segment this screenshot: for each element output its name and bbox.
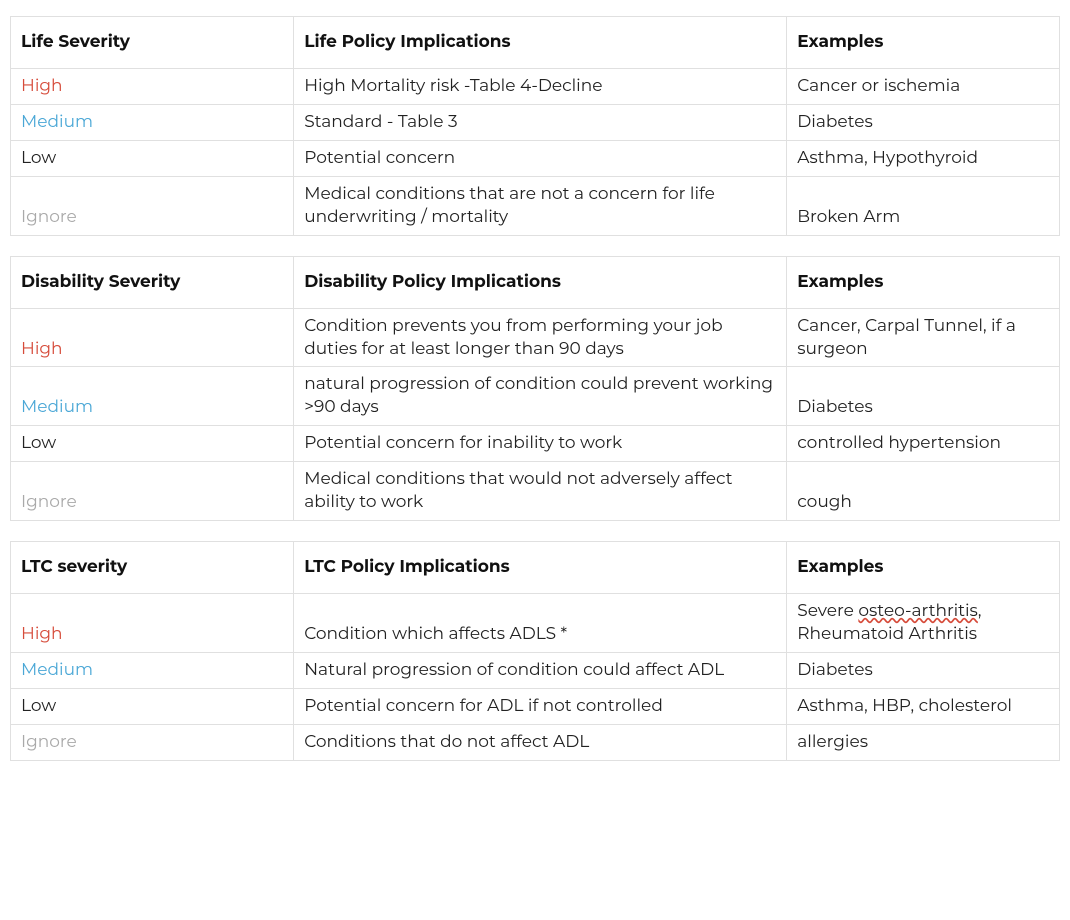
table-row: Low Potential concern for inability to w… bbox=[11, 426, 1060, 462]
implications-cell: Potential concern for ADL if not control… bbox=[294, 688, 787, 724]
ltc-severity-table: LTC severity LTC Policy Implications Exa… bbox=[10, 541, 1060, 761]
examples-cell: controlled hypertension bbox=[787, 426, 1060, 462]
table-header-row: Disability Severity Disability Policy Im… bbox=[11, 256, 1060, 308]
table-row: High Condition prevents you from perform… bbox=[11, 308, 1060, 367]
severity-cell: High bbox=[11, 68, 294, 104]
implications-cell: Medical conditions that are not a concer… bbox=[294, 176, 787, 235]
severity-cell: Low bbox=[11, 140, 294, 176]
examples-cell: Cancer or ischemia bbox=[787, 68, 1060, 104]
implications-cell: Condition prevents you from performing y… bbox=[294, 308, 787, 367]
life-severity-table: Life Severity Life Policy Implications E… bbox=[10, 16, 1060, 236]
examples-cell: Diabetes bbox=[787, 652, 1060, 688]
col-header-severity: Life Severity bbox=[11, 17, 294, 69]
examples-cell: allergies bbox=[787, 724, 1060, 760]
examples-cell: Asthma, HBP, cholesterol bbox=[787, 688, 1060, 724]
col-header-examples: Examples bbox=[787, 17, 1060, 69]
examples-cell: Severe osteo-arthritis, Rheumatoid Arthr… bbox=[787, 594, 1060, 653]
severity-cell: Medium bbox=[11, 367, 294, 426]
col-header-severity: LTC severity bbox=[11, 542, 294, 594]
examples-cell: Cancer, Carpal Tunnel, if a surgeon bbox=[787, 308, 1060, 367]
severity-cell: High bbox=[11, 308, 294, 367]
table-row: Low Potential concern for ADL if not con… bbox=[11, 688, 1060, 724]
table-row: High Condition which affects ADLS * Seve… bbox=[11, 594, 1060, 653]
spellcheck-word: osteo-arthritis bbox=[858, 601, 978, 621]
severity-cell: Low bbox=[11, 688, 294, 724]
table-row: Medium natural progression of condition … bbox=[11, 367, 1060, 426]
implications-cell: natural progression of condition could p… bbox=[294, 367, 787, 426]
implications-cell: Conditions that do not affect ADL bbox=[294, 724, 787, 760]
col-header-examples: Examples bbox=[787, 542, 1060, 594]
table-row: High High Mortality risk -Table 4-Declin… bbox=[11, 68, 1060, 104]
implications-cell: Medical conditions that would not advers… bbox=[294, 462, 787, 521]
implications-cell: Standard - Table 3 bbox=[294, 104, 787, 140]
severity-cell: Low bbox=[11, 426, 294, 462]
implications-cell: Potential concern bbox=[294, 140, 787, 176]
severity-cell: Medium bbox=[11, 652, 294, 688]
severity-cell: High bbox=[11, 594, 294, 653]
examples-cell: Asthma, Hypothyroid bbox=[787, 140, 1060, 176]
implications-cell: Natural progression of condition could a… bbox=[294, 652, 787, 688]
col-header-implications: Disability Policy Implications bbox=[294, 256, 787, 308]
table-header-row: LTC severity LTC Policy Implications Exa… bbox=[11, 542, 1060, 594]
table-header-row: Life Severity Life Policy Implications E… bbox=[11, 17, 1060, 69]
examples-cell: Diabetes bbox=[787, 104, 1060, 140]
col-header-examples: Examples bbox=[787, 256, 1060, 308]
col-header-severity: Disability Severity bbox=[11, 256, 294, 308]
table-row: Medium Natural progression of condition … bbox=[11, 652, 1060, 688]
disability-severity-table: Disability Severity Disability Policy Im… bbox=[10, 256, 1060, 522]
col-header-implications: Life Policy Implications bbox=[294, 17, 787, 69]
implications-cell: Potential concern for inability to work bbox=[294, 426, 787, 462]
examples-cell: Diabetes bbox=[787, 367, 1060, 426]
implications-cell: High Mortality risk -Table 4-Decline bbox=[294, 68, 787, 104]
table-row: Medium Standard - Table 3 Diabetes bbox=[11, 104, 1060, 140]
table-row: Ignore Conditions that do not affect ADL… bbox=[11, 724, 1060, 760]
examples-cell: cough bbox=[787, 462, 1060, 521]
examples-cell: Broken Arm bbox=[787, 176, 1060, 235]
implications-cell: Condition which affects ADLS * bbox=[294, 594, 787, 653]
table-row: Ignore Medical conditions that are not a… bbox=[11, 176, 1060, 235]
table-row: Ignore Medical conditions that would not… bbox=[11, 462, 1060, 521]
severity-cell: Ignore bbox=[11, 724, 294, 760]
col-header-implications: LTC Policy Implications bbox=[294, 542, 787, 594]
severity-cell: Ignore bbox=[11, 462, 294, 521]
severity-cell: Medium bbox=[11, 104, 294, 140]
severity-cell: Ignore bbox=[11, 176, 294, 235]
table-row: Low Potential concern Asthma, Hypothyroi… bbox=[11, 140, 1060, 176]
